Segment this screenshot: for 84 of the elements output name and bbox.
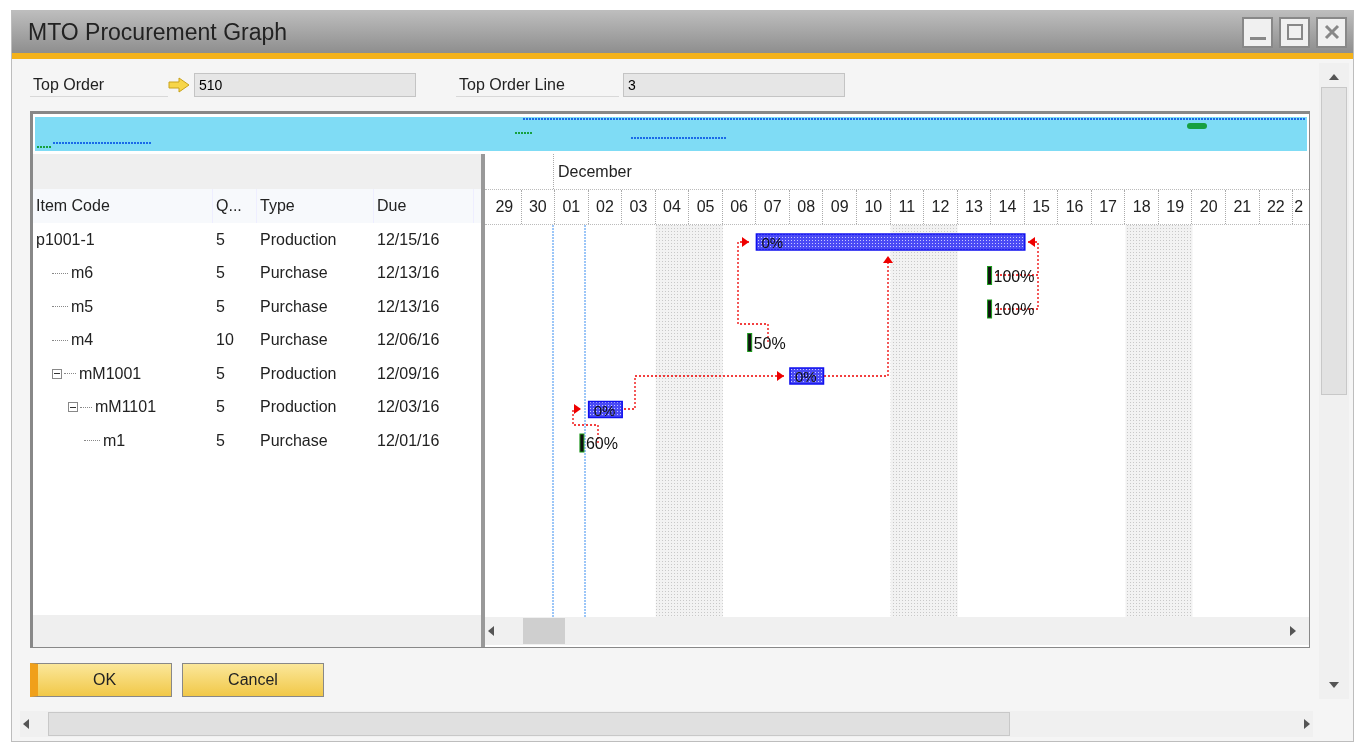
quantity-cell-text: 5: [215, 398, 226, 417]
day-header: 02: [588, 190, 623, 224]
day-header: 14: [991, 190, 1025, 224]
type-cell-text: Purchase: [259, 264, 329, 283]
day-header: 29: [488, 190, 522, 224]
day-header: 30: [521, 190, 556, 224]
type-cell-text: Purchase: [259, 331, 329, 350]
quantity-cell-text: 5: [215, 264, 226, 283]
type-cell-text: Production: [259, 398, 338, 417]
column-header[interactable]: Item Code: [33, 189, 213, 223]
day-header: 12: [924, 190, 958, 224]
collapse-toggle-icon[interactable]: [68, 402, 78, 413]
progress-label: 100%: [993, 267, 1035, 285]
due-date-cell-text: 12/15/16: [376, 230, 441, 249]
day-header: 03: [622, 190, 656, 224]
item-code: m1: [103, 431, 126, 450]
due-date-cell-text: 12/03/16: [376, 398, 441, 417]
item-code: p1001-1: [36, 230, 95, 249]
day-header: 13: [957, 190, 992, 224]
type-cell-text: Purchase: [259, 431, 329, 450]
day-header: 01: [555, 190, 589, 224]
due-date-cell-text: 12/01/16: [376, 431, 441, 450]
field-label: Top Order Line: [456, 73, 619, 97]
progress-label: 60%: [585, 435, 618, 452]
dialog-button[interactable]: OK: [30, 663, 172, 697]
column-header[interactable]: Q...: [213, 189, 257, 223]
day-header: 10: [857, 190, 891, 224]
scroll-thumb[interactable]: [523, 618, 565, 644]
day-header: 05: [689, 190, 723, 224]
type-cell-text: Purchase: [259, 297, 329, 316]
item-code: mM1101: [95, 398, 157, 417]
minimize-icon: [1249, 36, 1266, 40]
column-header[interactable]: Type: [257, 189, 374, 223]
quantity-cell-text: 5: [215, 230, 226, 249]
milestone-marker[interactable]: [987, 266, 993, 285]
item-code: m4: [71, 331, 94, 350]
field-label: Top Order: [30, 73, 168, 97]
day-header: 16: [1058, 190, 1092, 224]
quantity-cell-text: 5: [215, 297, 226, 316]
due-date-cell-text: 12/13/16: [376, 264, 441, 283]
dialog-button[interactable]: Cancel: [182, 663, 324, 697]
day-header: 2: [1293, 197, 1305, 217]
day-header: 17: [1091, 190, 1126, 224]
window-title: MTO Procurement Graph: [28, 18, 289, 46]
day-header: 20: [1192, 190, 1227, 224]
due-date-cell-text: 12/09/16: [376, 364, 441, 383]
close-icon: [1322, 23, 1341, 41]
day-header: 15: [1024, 190, 1059, 224]
minimize-button[interactable]: [1242, 16, 1273, 48]
milestone-marker[interactable]: [987, 299, 993, 319]
order-field[interactable]: 510: [194, 73, 416, 97]
day-header: 07: [756, 190, 790, 224]
order-field[interactable]: 3: [623, 73, 845, 97]
due-date-cell-text: 12/13/16: [376, 297, 441, 316]
item-code: mM1001: [79, 364, 142, 383]
day-header: 11: [890, 190, 925, 224]
progress-label: 50%: [753, 334, 786, 352]
due-date-cell-text: 12/06/16: [376, 331, 441, 350]
milestone-marker[interactable]: [747, 333, 753, 352]
column-header[interactable]: Due: [374, 189, 474, 223]
day-header: 18: [1125, 190, 1159, 224]
day-header: 22: [1259, 190, 1294, 224]
quantity-cell-text: 5: [215, 431, 226, 450]
maximize-icon: [1285, 23, 1304, 41]
day-header: 06: [722, 190, 757, 224]
item-code: m5: [71, 297, 94, 316]
close-button[interactable]: [1316, 16, 1347, 48]
quantity-cell-text: 5: [215, 364, 226, 383]
vertical-scrollbar[interactable]: [1319, 63, 1349, 699]
progress-label: 100%: [993, 301, 1035, 318]
day-header: 21: [1226, 190, 1260, 224]
collapse-toggle-icon[interactable]: [52, 368, 62, 379]
quantity-cell-text: 10: [215, 331, 235, 350]
type-cell-text: Production: [259, 364, 338, 383]
day-header: 09: [823, 190, 857, 224]
month-header: December: [553, 154, 632, 189]
item-code: m6: [71, 264, 94, 283]
day-header: 04: [655, 190, 690, 224]
day-header: 19: [1158, 190, 1193, 224]
horizontal-scrollbar[interactable]: [20, 711, 1313, 737]
type-cell-text: Production: [259, 230, 338, 249]
milestone-marker[interactable]: [579, 433, 585, 453]
maximize-button[interactable]: [1279, 16, 1310, 48]
day-header: 08: [789, 190, 824, 224]
